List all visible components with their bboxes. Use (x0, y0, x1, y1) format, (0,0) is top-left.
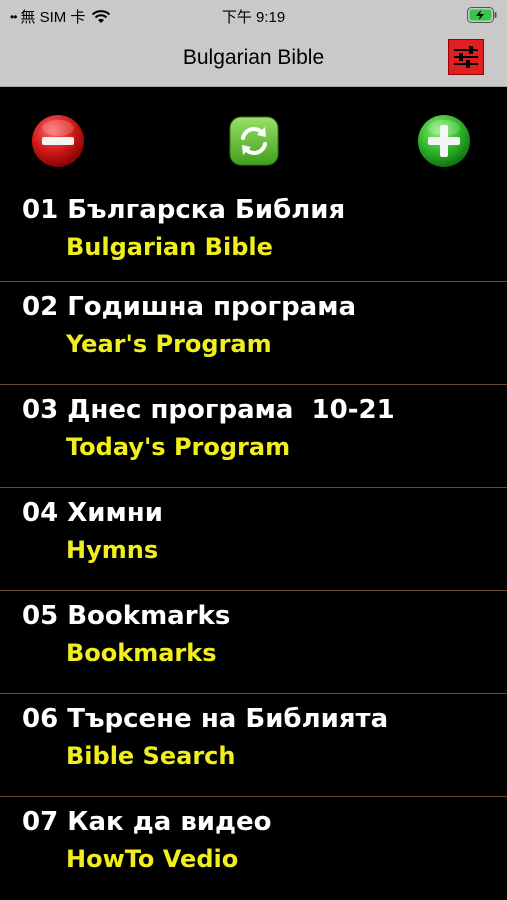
add-button[interactable] (417, 114, 471, 168)
item-title: 04 Химни (22, 498, 163, 528)
item-subtitle: Bible Search (66, 742, 236, 770)
item-subtitle: Hymns (66, 536, 159, 564)
item-subtitle: Bulgarian Bible (66, 233, 273, 261)
list-item[interactable]: 03 Днес програма 10-21 Today's Program (0, 385, 507, 488)
item-subtitle: Today's Program (66, 433, 291, 461)
item-title: 06 Търсене на Библията (22, 704, 389, 734)
item-title: 03 Днес програма 10-21 (22, 395, 395, 425)
list-item[interactable]: 04 Химни Hymns (0, 488, 507, 591)
item-title: 05 Bookmarks (22, 601, 231, 631)
menu-list: 01 Българска Библия Bulgarian Bible 02 Г… (0, 187, 507, 900)
list-item[interactable]: 06 Търсене на Библията Bible Search (0, 694, 507, 797)
nav-bar: Bulgarian Bible (0, 30, 507, 87)
item-subtitle: Year's Program (66, 330, 272, 358)
page-title: Bulgarian Bible (182, 46, 325, 69)
item-title: 01 Българска Библия (22, 195, 346, 225)
status-bar: •• 無 SIM 卡 下午 9:19 (0, 0, 507, 30)
list-item[interactable]: 02 Годишна програма Year's Program (0, 282, 507, 385)
toolbar (0, 87, 507, 187)
item-subtitle: Bookmarks (66, 639, 217, 667)
refresh-button[interactable] (229, 116, 279, 166)
item-subtitle: HowTo Vedio (66, 845, 239, 873)
list-item[interactable]: 05 Bookmarks Bookmarks (0, 591, 507, 694)
item-title: 07 Как да видео (22, 807, 272, 837)
remove-button[interactable] (31, 114, 85, 168)
battery-charging-icon (467, 7, 497, 23)
status-time: 下午 9:19 (221, 9, 286, 26)
screen: •• 無 SIM 卡 下午 9:19 Bulgarian Bible 01 Бъ… (0, 0, 507, 900)
list-item[interactable]: 01 Българска Библия Bulgarian Bible (0, 187, 507, 282)
item-title: 02 Годишна програма (22, 292, 357, 322)
settings-button[interactable] (448, 39, 484, 75)
sliders-icon (454, 46, 478, 68)
list-item[interactable]: 07 Как да видео HowTo Vedio (0, 797, 507, 900)
